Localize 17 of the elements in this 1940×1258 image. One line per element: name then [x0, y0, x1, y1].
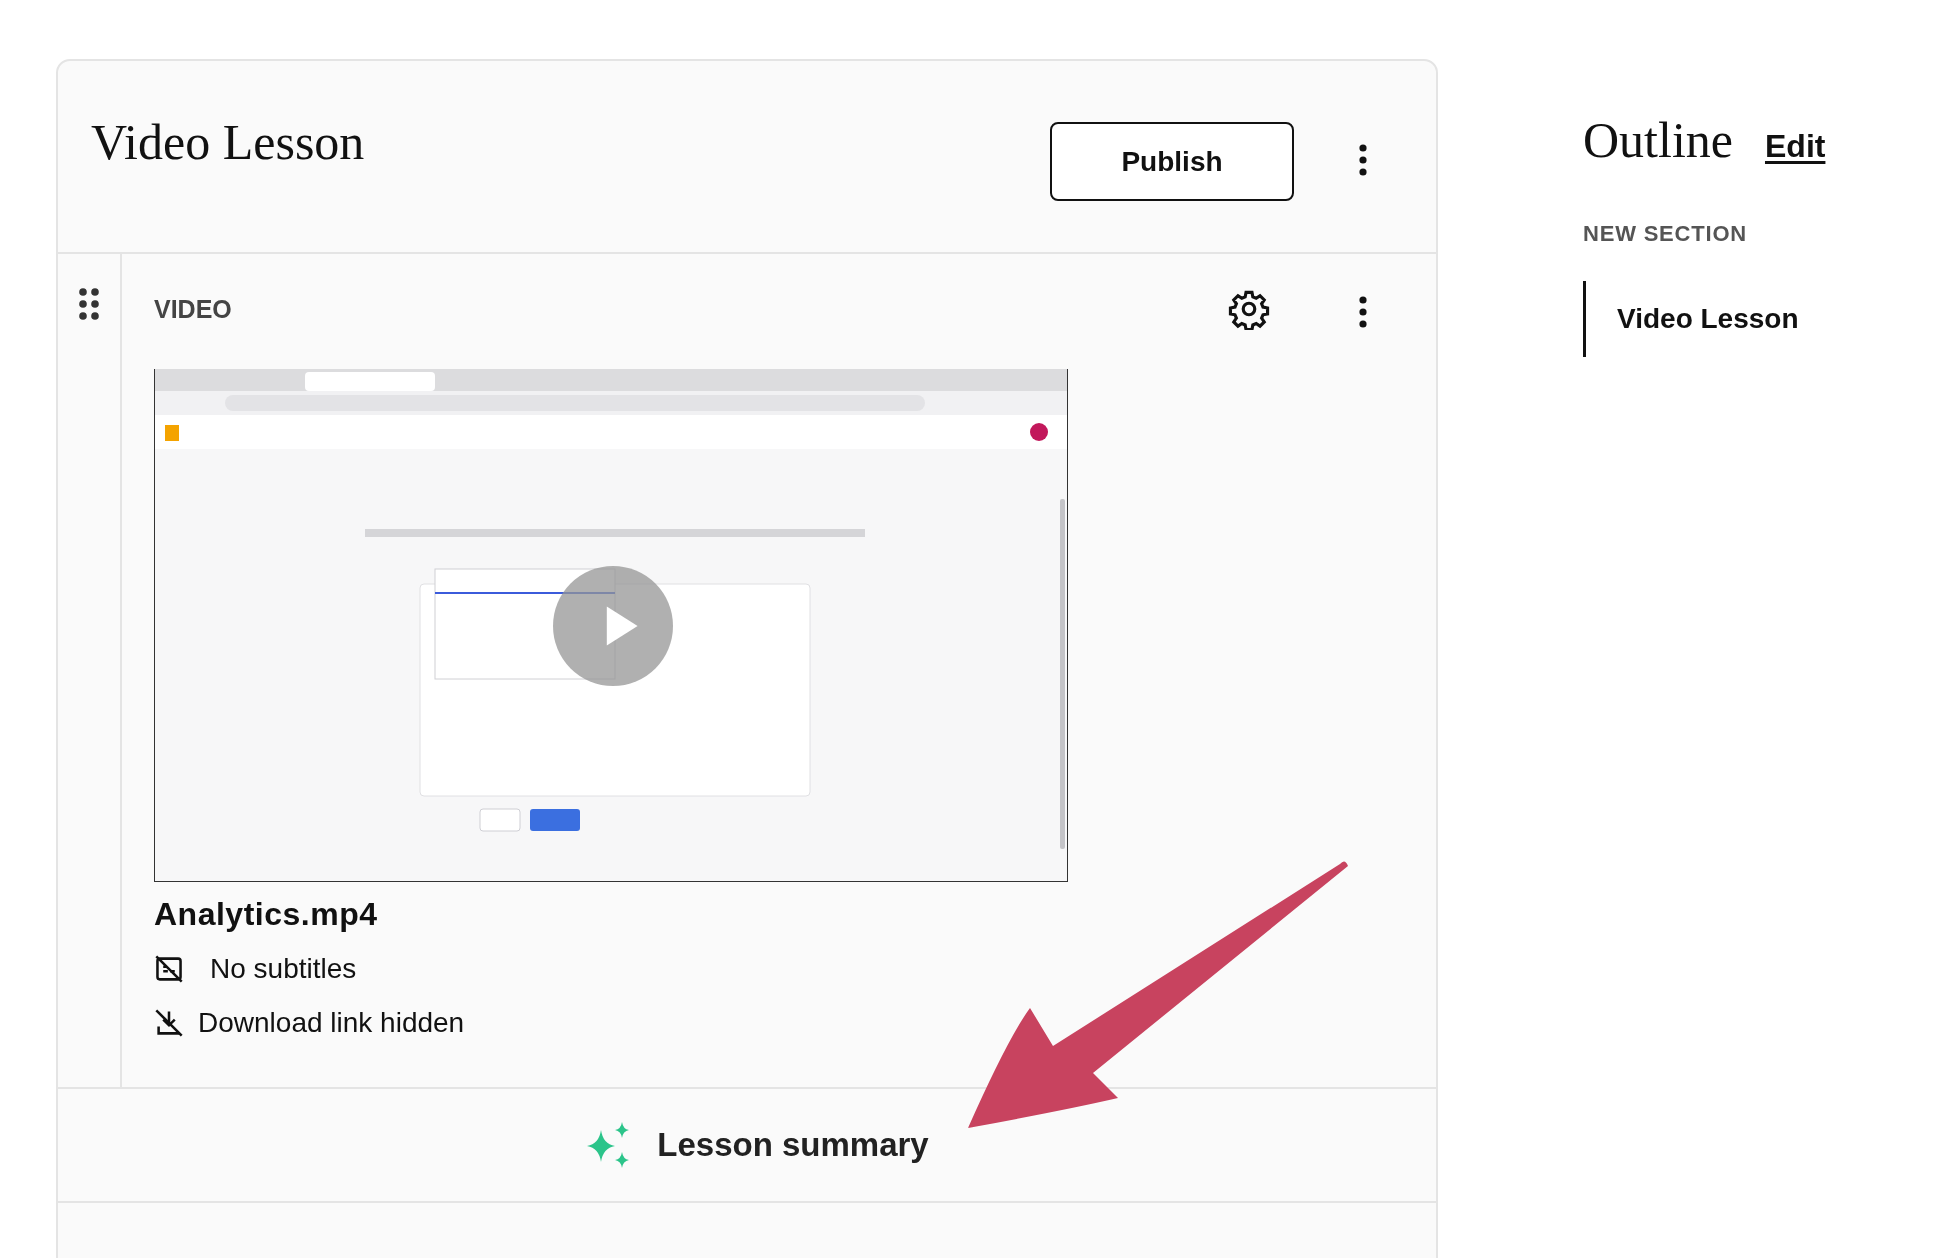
block-type-label: VIDEO [154, 294, 233, 324]
download-hidden-icon [154, 1008, 184, 1038]
detail-text: No subtitles [210, 953, 357, 985]
more-icon[interactable] [1358, 143, 1368, 176]
summary-label: Lesson summary [657, 1126, 929, 1164]
no-subtitles-icon [154, 954, 184, 984]
edit-link[interactable]: Edit [1765, 128, 1826, 165]
settings-icon[interactable] [1228, 288, 1270, 330]
drag-handle-icon[interactable] [79, 288, 99, 320]
more-icon[interactable] [1358, 296, 1368, 328]
publish-button[interactable]: Publish [1050, 122, 1294, 201]
outline-title: Outline [1583, 111, 1733, 169]
section-title: NEW SECTION [1583, 221, 1749, 247]
file-name: Analytics.mp4 [154, 896, 379, 933]
lesson-title: Video Lesson [91, 112, 366, 171]
outline-item[interactable]: Video Lesson [1583, 281, 1826, 357]
detail-text: Download link hidden [198, 1007, 465, 1039]
